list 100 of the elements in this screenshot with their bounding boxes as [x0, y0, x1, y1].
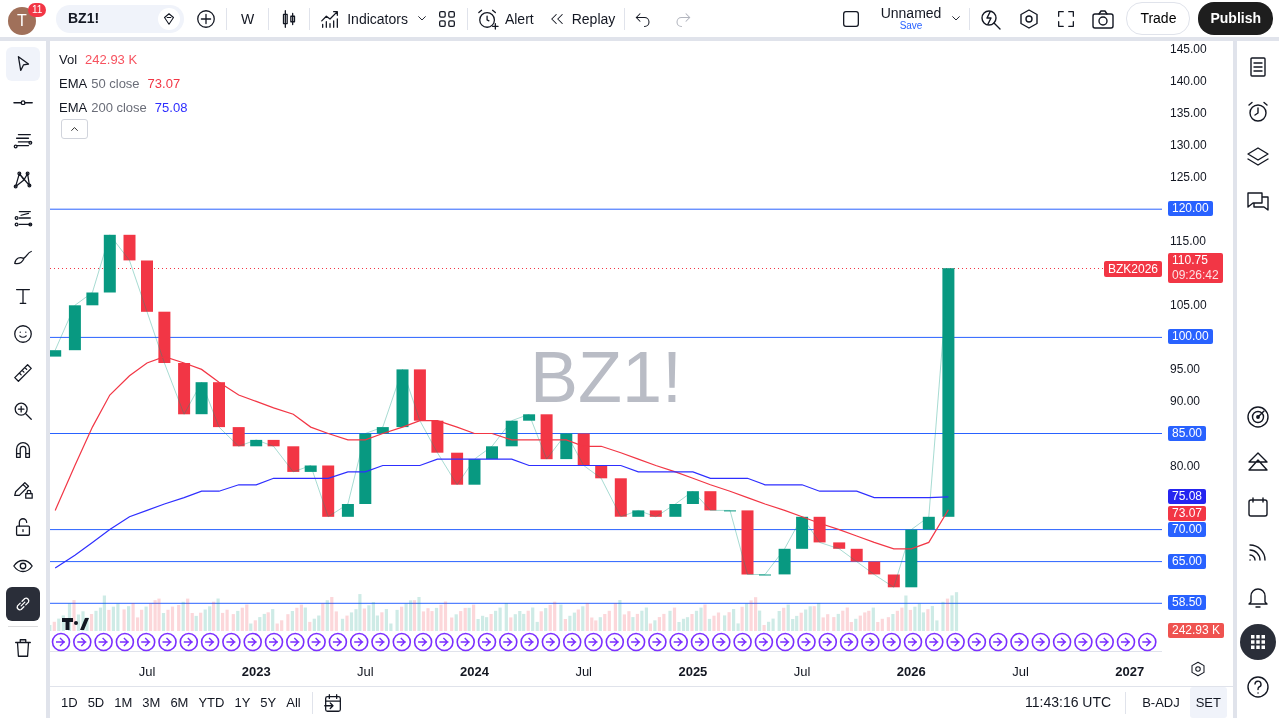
time-tick: Jul [575, 663, 592, 681]
time-tick: Jul [138, 663, 156, 681]
time-tick: 2027 [1115, 663, 1145, 681]
zoom-in-icon [12, 400, 34, 423]
trade-button[interactable]: Trade [1126, 2, 1191, 35]
range-button[interactable]: 5D [82, 689, 110, 716]
contract-badge: BZK2026 [1103, 260, 1162, 277]
price-tick: 130.00 [1170, 137, 1207, 154]
save-link[interactable]: Save [899, 20, 923, 32]
target-icon [1246, 404, 1270, 430]
candle [833, 542, 846, 549]
legend-params: 200 close [91, 99, 147, 117]
candle [905, 529, 918, 588]
candle [686, 491, 699, 504]
ruler-icon [12, 361, 34, 384]
notification-count: 11 [28, 2, 47, 17]
help-icon [1246, 674, 1270, 700]
range-button[interactable]: 6M [165, 689, 194, 716]
price-label: 110.75 09:26:42 [1168, 253, 1223, 283]
candle [359, 433, 372, 504]
alert-button[interactable]: Alert [473, 4, 537, 33]
candle [413, 369, 426, 421]
price-label: 75.08 [1168, 489, 1207, 505]
price-label: 58.50 [1168, 595, 1207, 611]
legend-label: Vol [59, 51, 78, 69]
candle [341, 504, 354, 517]
toggle-button[interactable]: B-ADJ [1136, 686, 1186, 718]
legend-value: 73.07 [147, 75, 181, 93]
legend-label: EMA [59, 75, 88, 93]
price-tick: 95.00 [1170, 361, 1201, 378]
chevron-down-icon [417, 16, 426, 21]
replay-button[interactable]: Replay [544, 6, 619, 31]
price-label: 100.00 [1168, 329, 1213, 345]
legend-params: 50 close [91, 75, 140, 93]
range-button[interactable]: 1D [56, 689, 83, 716]
legend-label: EMA [59, 99, 88, 117]
candle [178, 363, 191, 415]
candle [887, 574, 900, 588]
toggle-button[interactable]: SET [1189, 686, 1227, 718]
candle [68, 305, 81, 351]
candle [813, 516, 826, 543]
horizontal-line[interactable] [50, 336, 1162, 338]
candle [103, 234, 116, 293]
candle [50, 350, 62, 357]
range-button[interactable]: 5Y [255, 689, 282, 716]
candle [505, 420, 518, 447]
candle [649, 510, 662, 517]
indicators-button[interactable]: Indicators [316, 4, 411, 33]
publish-button[interactable]: Publish [1198, 2, 1273, 35]
price-label: 120.00 [1168, 201, 1213, 217]
horizontal-line[interactable] [50, 561, 1162, 563]
candle [396, 369, 409, 428]
price-tick: 135.00 [1170, 105, 1207, 122]
legend-value: 75.08 [154, 99, 188, 117]
chevron-down-icon [952, 16, 961, 21]
range-button[interactable]: 1Y [229, 689, 256, 716]
candle [850, 548, 863, 562]
time-tick: Jul [1012, 663, 1029, 681]
settings-icon [1188, 660, 1207, 678]
candle [304, 465, 317, 472]
candle [669, 504, 682, 517]
candle [195, 382, 208, 415]
price-tick: 90.00 [1170, 393, 1201, 410]
candle [540, 414, 553, 460]
range-button[interactable]: 1M [109, 689, 138, 716]
clock[interactable]: 11:43:16 UTC [1025, 692, 1112, 713]
candle [123, 234, 136, 261]
range-button[interactable]: All [281, 689, 306, 716]
time-tick: 2025 [678, 663, 708, 681]
layout-name[interactable]: Unnamed [880, 5, 942, 21]
candle [322, 465, 335, 517]
link-tool[interactable] [6, 587, 40, 622]
candle [778, 548, 791, 575]
symbol-search-field[interactable]: BZ1! [56, 4, 184, 33]
time-tick: 2023 [241, 663, 271, 681]
candle [704, 491, 717, 511]
price-label: 73.07 [1168, 505, 1207, 521]
candle [287, 446, 300, 472]
trash-icon [12, 636, 34, 659]
alarm-plus-icon [476, 7, 499, 30]
candle [614, 478, 627, 517]
horizontal-line[interactable] [50, 529, 1162, 531]
candle [431, 420, 444, 453]
candle [741, 510, 754, 575]
cursor-tool[interactable] [6, 47, 40, 81]
range-button[interactable]: 3M [137, 689, 166, 716]
candle [523, 414, 536, 421]
interval-button[interactable]: W [233, 8, 263, 29]
candle [451, 452, 464, 485]
smiley-icon [12, 323, 34, 346]
price-tick: 140.00 [1170, 73, 1207, 89]
layers-icon [1246, 145, 1270, 169]
chat-bubbles-icon [1246, 190, 1270, 214]
candle [158, 311, 171, 363]
grid-button[interactable] [1240, 624, 1276, 660]
price-tick: 80.00 [1170, 457, 1201, 474]
candle [577, 433, 590, 466]
calendar-arrow-icon [321, 691, 344, 714]
horizontal-line[interactable] [50, 602, 1162, 604]
range-button[interactable]: YTD [193, 689, 230, 716]
